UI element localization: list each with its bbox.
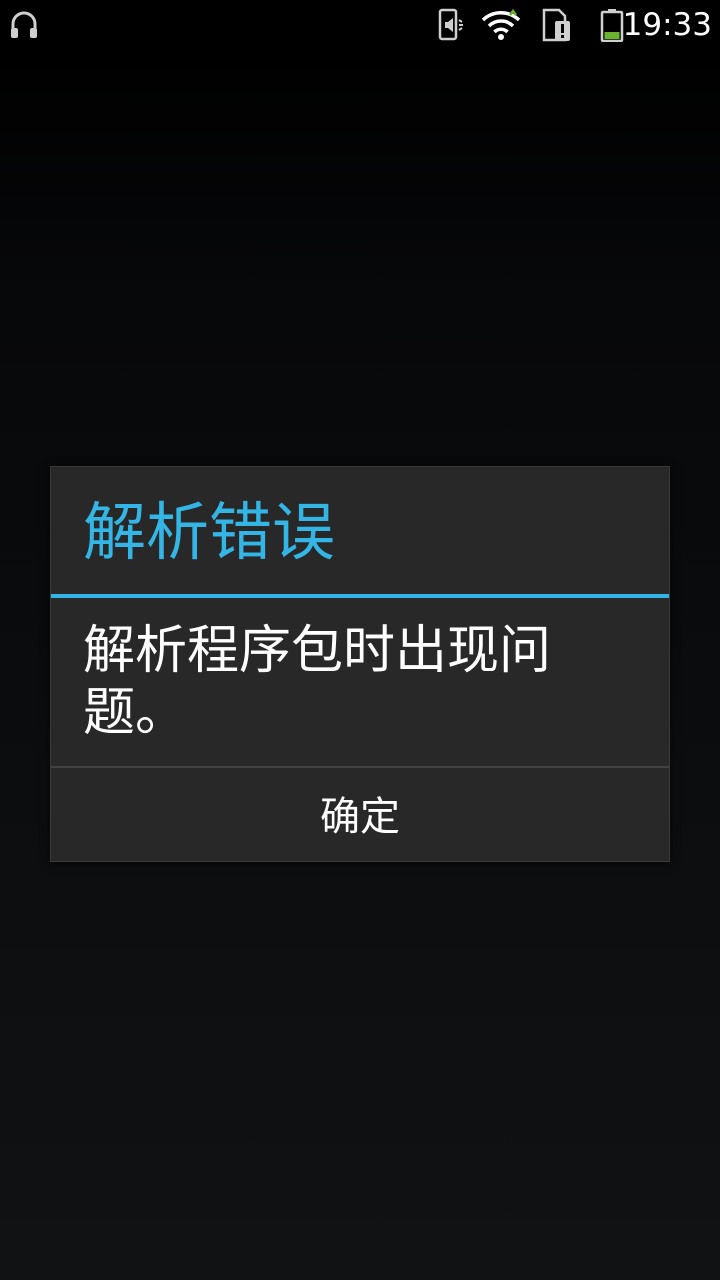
wifi-icon — [480, 8, 522, 42]
ok-button[interactable]: 确定 — [51, 768, 669, 862]
title-divider — [51, 594, 669, 598]
battery-icon — [600, 8, 624, 42]
dialog-message: 解析程序包时出现问题。 — [83, 621, 552, 743]
status-bar: 19:33 — [0, 0, 720, 50]
dialog-title: 解析错误 — [83, 496, 335, 569]
vibrate-mute-icon — [438, 8, 470, 42]
headphones-icon — [8, 8, 40, 42]
error-dialog: 解析错误 解析程序包时出现问题。 确定 — [50, 466, 670, 862]
status-clock: 19:33 — [622, 7, 712, 43]
sim-alert-icon — [540, 8, 572, 42]
